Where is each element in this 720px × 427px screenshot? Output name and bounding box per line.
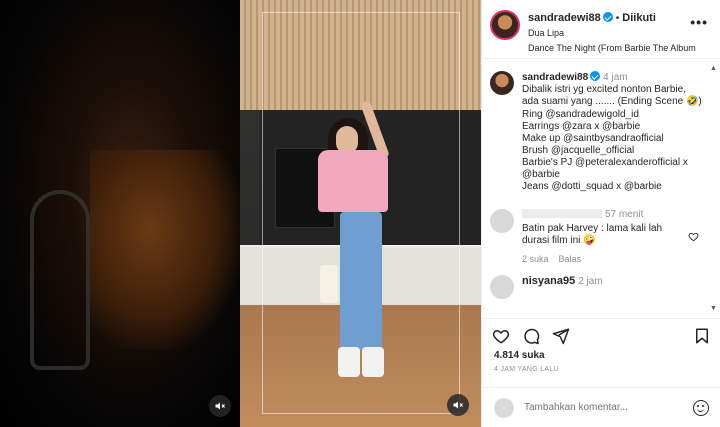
- music-artist[interactable]: Dua Lipa: [528, 27, 696, 40]
- heart-icon[interactable]: [688, 231, 699, 242]
- likes-count[interactable]: 4.814 suka: [494, 350, 545, 361]
- post-side-panel: sandradewi88 • Diikuti Dua Lipa Dance The …: [481, 0, 720, 427]
- commenter-username[interactable]: nisyana95: [522, 275, 575, 287]
- more-icon[interactable]: •••: [690, 14, 708, 30]
- caption-line: Dibalik istri yg excited nonton Barbie,: [522, 84, 686, 95]
- author-username[interactable]: sandradewi88: [528, 12, 601, 24]
- verified-icon: [602, 12, 613, 22]
- commenter-avatar[interactable]: [490, 275, 514, 299]
- comment-icon[interactable]: [522, 327, 540, 345]
- follow-status[interactable]: Diikuti: [622, 12, 656, 24]
- scroll-up-arrow[interactable]: ▲: [710, 65, 718, 73]
- caption-line: Jeans @dotti_squad x @barbie: [522, 181, 662, 192]
- heart-icon[interactable]: [492, 327, 510, 345]
- reply-button[interactable]: Balas: [559, 254, 582, 264]
- caption-time: 4 jam: [603, 72, 628, 83]
- share-icon[interactable]: [552, 327, 570, 345]
- mute-button-left[interactable]: [209, 395, 231, 417]
- scroll-down-arrow[interactable]: ▼: [710, 305, 718, 313]
- video-figure: [90, 150, 240, 350]
- caption-line: Earrings @zara x @barbie: [522, 121, 641, 132]
- mute-icon: [453, 401, 463, 409]
- comment-time: 57 menit: [605, 209, 644, 220]
- verified-icon: [590, 71, 601, 81]
- comment-input[interactable]: [524, 402, 693, 413]
- caption-line: ada suami yang ....... (Ending Scene 🤣): [522, 96, 702, 107]
- caption-line: Barbie's PJ @peteralexanderofficial x: [522, 157, 688, 168]
- comments-list[interactable]: sandradewi88 4 jam Dibalik istri yg excit…: [482, 60, 720, 318]
- comment-time: 2 jam: [578, 276, 603, 287]
- comment-composer: [482, 387, 720, 427]
- caption: sandradewi88 4 jam Dibalik istri yg excit…: [482, 60, 720, 193]
- caption-avatar[interactable]: [490, 71, 514, 95]
- comment-likes[interactable]: 2 suka: [522, 254, 549, 264]
- caption-line: @barbie: [522, 169, 560, 180]
- emoji-icon[interactable]: [693, 399, 709, 416]
- caption-line: Make up @saintbysandraofficial: [522, 133, 664, 144]
- bookmark-icon[interactable]: [693, 327, 711, 345]
- left-video-panel[interactable]: [0, 0, 240, 427]
- comment-item: nisyana95 2 jam: [482, 275, 720, 299]
- mute-icon: [215, 402, 225, 410]
- commenter-avatar[interactable]: [490, 209, 514, 233]
- video-seat: [30, 190, 90, 370]
- frame-guide: [262, 12, 460, 414]
- caption-line: Ring @sandradewigold_id: [522, 109, 639, 120]
- comment-text: Batin pak Harvey : lama kali lah: [522, 223, 663, 234]
- post-time-ago[interactable]: 4 JAM YANG LALU: [494, 366, 559, 373]
- author-avatar[interactable]: [490, 10, 520, 40]
- viewer-avatar: [494, 397, 514, 418]
- caption-line: Brush @jacquelle_official: [522, 145, 635, 156]
- action-bar: [482, 318, 720, 348]
- comment-text: durasi film ini 🤪: [522, 235, 596, 246]
- mute-button-right[interactable]: [447, 394, 469, 416]
- music-title[interactable]: Dance The Night (From Barbie The Album: [528, 42, 696, 55]
- caption-username[interactable]: sandradewi88: [522, 72, 588, 83]
- commenter-username[interactable]: [522, 209, 602, 218]
- separator-dot: •: [615, 13, 620, 24]
- comment-item: 57 menit Batin pak Harvey : lama kali la…: [482, 209, 720, 265]
- post-header: sandradewi88 • Diikuti Dua Lipa Dance The …: [482, 0, 720, 59]
- post-media[interactable]: [240, 0, 481, 427]
